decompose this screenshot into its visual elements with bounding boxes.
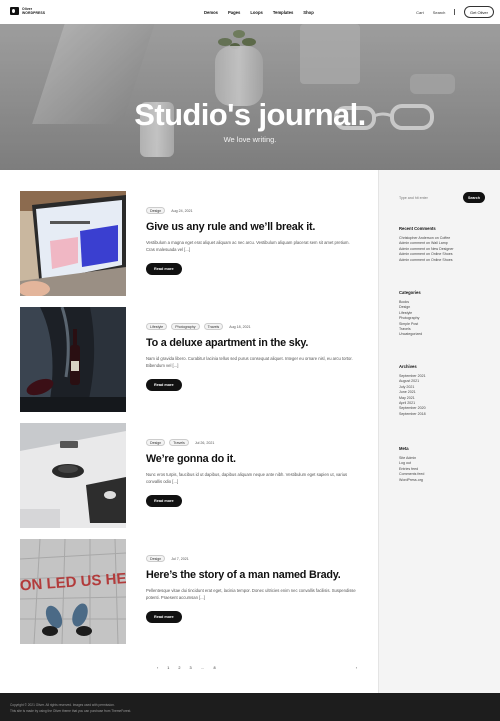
- post-thumbnail-desk[interactable]: [20, 423, 126, 528]
- pagination-next-icon[interactable]: ›: [356, 666, 357, 670]
- hero-banner: Studio's journal. We love writing.: [0, 24, 500, 170]
- nav-item-demos[interactable]: Demos: [204, 10, 218, 15]
- pagination: ‹ 1 2 3 … 8 ›: [157, 666, 357, 670]
- header-tools: Cart Search Get Oliver: [416, 6, 494, 18]
- archive-link[interactable]: September 2018: [399, 412, 489, 417]
- widget-meta: Meta Site Admin Log out Entries feed Com…: [399, 446, 489, 483]
- post-title[interactable]: Here’s the story of a man named Brady.: [146, 569, 362, 581]
- post-thumbnail-street[interactable]: ION LED US HER: [20, 539, 126, 644]
- read-more-button[interactable]: Read more: [146, 379, 182, 392]
- widget-recent-comments: Recent Comments Christopher Anderson on …: [399, 226, 489, 263]
- nav-item-shop[interactable]: Shop: [303, 10, 313, 15]
- sidebar: Search Recent Comments Christopher Ander…: [378, 170, 500, 693]
- post-excerpt: Nam id gravida libero. Curabitur lacinia…: [146, 356, 353, 369]
- search-button[interactable]: Search: [463, 192, 485, 203]
- post-meta: Design Jul 7, 2021: [146, 554, 362, 563]
- post-tag[interactable]: Photography: [171, 322, 200, 331]
- post-item: Design Travels Jul 26, 2021 We’re gonna …: [20, 423, 365, 528]
- site-footer: Copyright © 2021 Oliver. All rights rese…: [0, 693, 500, 721]
- widget-title: Categories: [399, 290, 421, 295]
- nav-item-pages[interactable]: Pages: [228, 10, 240, 15]
- footer-copyright: Copyright © 2021 Oliver. All rights rese…: [10, 703, 115, 707]
- post-excerpt: Pellentesque vitae dui tincidunt erat eg…: [146, 588, 356, 601]
- comment-link[interactable]: Admin comment on Online Shoes: [399, 258, 489, 263]
- widget-title: Recent Comments: [399, 226, 436, 231]
- widget-archives: Archives September 2021 August 2021 July…: [399, 364, 489, 417]
- post-item: ION LED US HER Design Jul 7, 2021 Here’s…: [20, 539, 365, 644]
- search-input[interactable]: [399, 192, 463, 203]
- get-oliver-button[interactable]: Get Oliver: [463, 6, 494, 18]
- footer-note: This site is made by using the Oliver th…: [10, 709, 132, 713]
- post-tag[interactable]: Design: [146, 206, 166, 215]
- post-meta: Design Travels Jul 26, 2021: [146, 438, 362, 447]
- pagination-page[interactable]: 8: [213, 666, 215, 670]
- post-thumbnail-wine[interactable]: [20, 307, 126, 412]
- post-excerpt: Nunc eros turpis, faucibus id ut dapibus…: [146, 472, 348, 485]
- pagination-prev-icon[interactable]: ‹: [157, 666, 158, 670]
- post-tag[interactable]: Travels: [203, 322, 224, 331]
- post-tag[interactable]: Travels: [169, 438, 189, 447]
- post-item: Design Aug 24, 2021 Give us any rule and…: [20, 191, 365, 296]
- post-date: Aug 18, 2021: [229, 324, 251, 329]
- logo-line2: WORDPRESS: [22, 11, 46, 15]
- search-link[interactable]: Search: [433, 10, 446, 15]
- widget-title: Archives: [399, 364, 417, 369]
- cart-link[interactable]: Cart: [416, 10, 424, 15]
- site-header: Oliver WORDPRESS Demos Pages Loops Templ…: [0, 0, 500, 24]
- post-title[interactable]: We’re gonna do it.: [146, 453, 362, 465]
- page-title: Studio's journal.: [134, 97, 366, 132]
- site-logo[interactable]: Oliver WORDPRESS: [10, 7, 45, 15]
- post-title[interactable]: To a deluxe apartment in the sky.: [146, 337, 362, 349]
- post-thumbnail-laptop[interactable]: [20, 191, 126, 296]
- post-date: Jul 26, 2021: [194, 440, 215, 445]
- post-title[interactable]: Give us any rule and we’ll break it.: [146, 221, 362, 233]
- header-divider: [454, 9, 455, 15]
- nav-item-loops[interactable]: Loops: [250, 10, 263, 15]
- category-link[interactable]: Uncategorized: [399, 332, 489, 337]
- widget-categories: Categories Books Design Lifestyle Photog…: [399, 290, 489, 338]
- read-more-button[interactable]: Read more: [146, 495, 182, 508]
- pagination-page[interactable]: 1: [167, 666, 169, 670]
- post-list: Design Aug 24, 2021 Give us any rule and…: [0, 170, 378, 693]
- read-more-button[interactable]: Read more: [146, 263, 182, 276]
- page-subtitle: We love writing.: [223, 135, 277, 144]
- widget-title: Meta: [399, 446, 409, 451]
- post-item: Lifestyle Photography Travels Aug 18, 20…: [20, 307, 365, 412]
- post-meta: Design Aug 24, 2021: [146, 206, 362, 215]
- meta-link[interactable]: WordPress.org: [399, 478, 489, 483]
- logo-icon: [10, 7, 19, 15]
- pagination-ellipsis: …: [200, 666, 205, 670]
- post-tag[interactable]: Lifestyle: [146, 322, 168, 331]
- post-excerpt: Vestibulum a magna eget erat aliquet ali…: [146, 240, 350, 253]
- post-meta: Lifestyle Photography Travels Aug 18, 20…: [146, 322, 362, 331]
- nav-item-templates[interactable]: Templates: [273, 10, 293, 15]
- main-nav: Demos Pages Loops Templates Shop: [204, 10, 314, 15]
- post-date: Jul 7, 2021: [171, 556, 189, 561]
- sidebar-search: Search: [399, 192, 485, 203]
- pagination-page[interactable]: 2: [178, 666, 180, 670]
- post-date: Aug 24, 2021: [171, 208, 193, 213]
- read-more-button[interactable]: Read more: [146, 611, 182, 624]
- pagination-page[interactable]: 3: [190, 666, 192, 670]
- post-tag[interactable]: Design: [146, 554, 166, 563]
- post-tag[interactable]: Design: [146, 438, 166, 447]
